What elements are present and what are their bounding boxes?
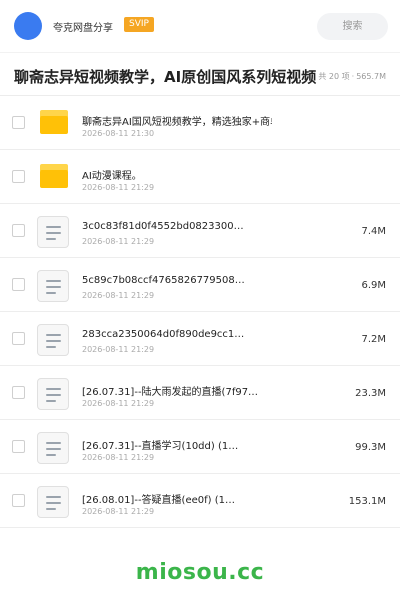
item-size: 23.3M	[355, 388, 386, 399]
item-size: 6.9M	[361, 280, 386, 291]
app-header: 夸克网盘分享 SVIP 搜索	[0, 0, 400, 52]
item-name[interactable]: [26.07.31]--陆大雨发起的直播(7f97…	[82, 383, 258, 398]
file-row[interactable]: 283cca2350064d0f890de9cc1… 2026-08-11 21:…	[0, 312, 400, 366]
item-size: 7.2M	[361, 334, 386, 345]
row-checkbox[interactable]	[12, 224, 25, 237]
file-row[interactable]: 5c89c7b08ccf4765826779508… 2026-08-11 21:…	[0, 258, 400, 312]
meta-separator: ·	[351, 72, 355, 81]
file-row[interactable]: 3c0c83f81d0f4552bd0823300… 2026-08-11 21:…	[0, 204, 400, 258]
document-icon	[37, 216, 69, 248]
brand-label: 夸克网盘分享	[53, 23, 113, 34]
item-name[interactable]: 3c0c83f81d0f4552bd0823300…	[82, 221, 244, 232]
share-meta: 共 20 项 · 565.7M	[318, 71, 388, 82]
item-size: 99.3M	[355, 442, 386, 453]
document-icon	[37, 486, 69, 518]
folder-icon	[37, 108, 69, 140]
item-name[interactable]: [26.08.01]--答疑直播(ee0f) (1…	[82, 491, 235, 506]
file-row[interactable]: [26.08.01]--答疑直播(ee0f) (1… 2026-08-11 21:…	[0, 474, 400, 528]
item-name[interactable]: AI动漫课程。	[82, 167, 142, 182]
folder-icon	[37, 162, 69, 194]
search-button[interactable]: 搜索	[317, 13, 388, 40]
item-size: 153.1M	[348, 496, 386, 507]
file-row[interactable]: [26.07.31]--陆大雨发起的直播(7f97… 2026-08-11 21:…	[0, 366, 400, 420]
row-checkbox[interactable]	[12, 332, 25, 345]
item-name[interactable]: 聊斋志异AI国风短视频教学，精选独家+商单变现	[82, 113, 272, 128]
folder-row[interactable]: AI动漫课程。 2026-08-11 21:29	[0, 150, 400, 204]
row-checkbox[interactable]	[12, 116, 25, 129]
file-list: 聊斋志异AI国风短视频教学，精选独家+商单变现2026-08-11 21:30A…	[0, 96, 400, 528]
total-size: 565.7M	[356, 72, 386, 81]
row-checkbox[interactable]	[12, 440, 25, 453]
document-icon	[37, 378, 69, 410]
document-icon	[37, 270, 69, 302]
item-count: 共 20 项	[318, 72, 350, 81]
item-time: 2026-08-11 21:29	[82, 345, 155, 354]
row-checkbox[interactable]	[12, 170, 25, 183]
svip-badge: SVIP	[124, 17, 154, 32]
item-time: 2026-08-11 21:29	[82, 237, 155, 246]
item-time: 2026-08-11 21:29	[82, 183, 155, 192]
row-checkbox[interactable]	[12, 278, 25, 291]
item-name[interactable]: 283cca2350064d0f890de9cc1…	[82, 329, 244, 340]
item-time: 2026-08-11 21:29	[82, 291, 155, 300]
row-checkbox[interactable]	[12, 386, 25, 399]
item-time: 2026-08-11 21:29	[82, 399, 155, 408]
item-name[interactable]: [26.07.31]--直播学习(10dd) (1…	[82, 437, 238, 452]
avatar[interactable]	[14, 12, 42, 40]
row-checkbox[interactable]	[12, 494, 25, 507]
folder-row[interactable]: 聊斋志异AI国风短视频教学，精选独家+商单变现2026-08-11 21:30	[0, 96, 400, 150]
item-time: 2026-08-11 21:29	[82, 507, 155, 516]
item-time: 2026-08-11 21:30	[82, 129, 155, 138]
item-time: 2026-08-11 21:29	[82, 453, 155, 462]
share-title-bar: 聊斋志异短视频教学，AI原创国风系列短视频 共 20 项 · 565.7M	[0, 52, 400, 96]
page-title: 聊斋志异短视频教学，AI原创国风系列短视频	[14, 68, 317, 86]
item-name[interactable]: 5c89c7b08ccf4765826779508…	[82, 275, 245, 286]
watermark-text: miosou.cc	[135, 560, 265, 585]
file-row[interactable]: [26.07.31]--直播学习(10dd) (1… 2026-08-11 21:…	[0, 420, 400, 474]
document-icon	[37, 324, 69, 356]
item-size: 7.4M	[361, 226, 386, 237]
document-icon	[37, 432, 69, 464]
